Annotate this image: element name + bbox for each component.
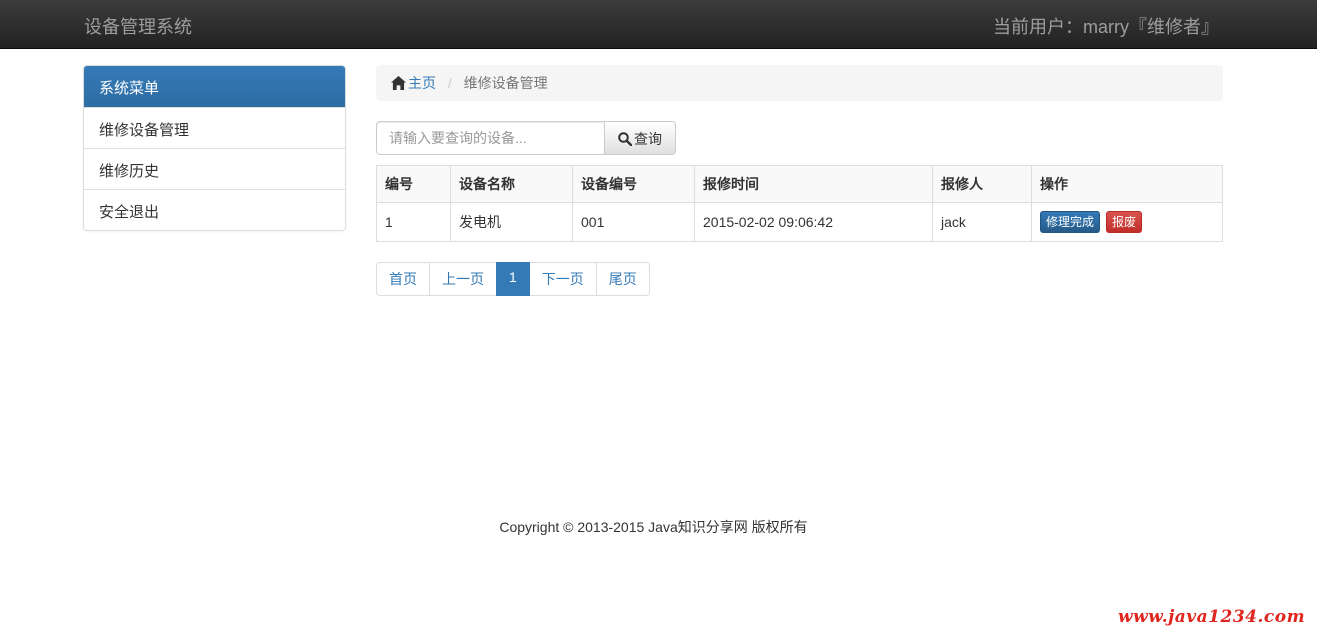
column-header-actions: 操作 [1031,165,1223,203]
repair-complete-button[interactable]: 修理完成 [1040,211,1101,233]
table-header-row: 编号 设备名称 设备编号 报修时间 报修人 操作 [376,165,1223,203]
page-first[interactable]: 首页 [376,262,430,296]
column-header-reporter: 报修人 [932,165,1032,203]
pagination: 首页 上一页 1 下一页 尾页 [376,262,650,296]
column-header-id: 编号 [376,165,451,203]
search-icon [618,132,633,149]
cell-actions: 修理完成 报废 [1031,202,1223,242]
breadcrumb-home-label: 主页 [408,75,436,91]
app-brand[interactable]: 设备管理系统 [84,13,192,39]
page-current[interactable]: 1 [496,262,530,296]
search-group: 查询 [376,121,676,155]
cell-reporter: jack [932,202,1032,242]
sidebar-item-repair-management[interactable]: 维修设备管理 [84,107,345,148]
cell-time: 2015-02-02 09:06:42 [694,202,933,242]
breadcrumb-separator: / [447,75,452,91]
top-navbar: 设备管理系统 当前用户：marry『维修者』 [0,0,1317,49]
sidebar-item-logout[interactable]: 安全退出 [84,189,345,230]
breadcrumb-current: 维修设备管理 [463,75,548,91]
cell-code: 001 [572,202,695,242]
footer-copyright: Copyright © 2013-2015 Java知识分享网 版权所有 [499,519,808,535]
device-table: 编号 设备名称 设备编号 报修时间 报修人 操作 1 发电机 001 2015-… [376,165,1223,242]
scrap-button[interactable]: 报废 [1106,211,1143,233]
page-next[interactable]: 下一页 [528,262,597,296]
cell-name: 发电机 [450,202,573,242]
sidebar-menu: 系统菜单 维修设备管理 维修历史 安全退出 [83,65,346,231]
search-button[interactable]: 查询 [604,121,676,155]
page-last[interactable]: 尾页 [595,262,650,296]
page-prev[interactable]: 上一页 [429,262,497,296]
table-row: 1 发电机 001 2015-02-02 09:06:42 jack 修理完成报… [376,202,1223,242]
current-user-label: 当前用户：marry『维修者』 [993,17,1219,37]
search-input[interactable] [376,121,605,155]
sidebar-item-repair-history[interactable]: 维修历史 [84,148,345,189]
breadcrumb: 主页 / 维修设备管理 [376,65,1223,101]
cell-id: 1 [376,202,451,242]
column-header-name: 设备名称 [450,165,573,203]
column-header-code: 设备编号 [572,165,695,203]
site-watermark: www.java1234.com [1118,607,1306,627]
home-icon [391,76,406,93]
column-header-time: 报修时间 [694,165,933,203]
breadcrumb-home-link[interactable]: 主页 [391,75,440,91]
search-button-label: 查询 [634,131,662,147]
sidebar-title: 系统菜单 [84,66,345,107]
